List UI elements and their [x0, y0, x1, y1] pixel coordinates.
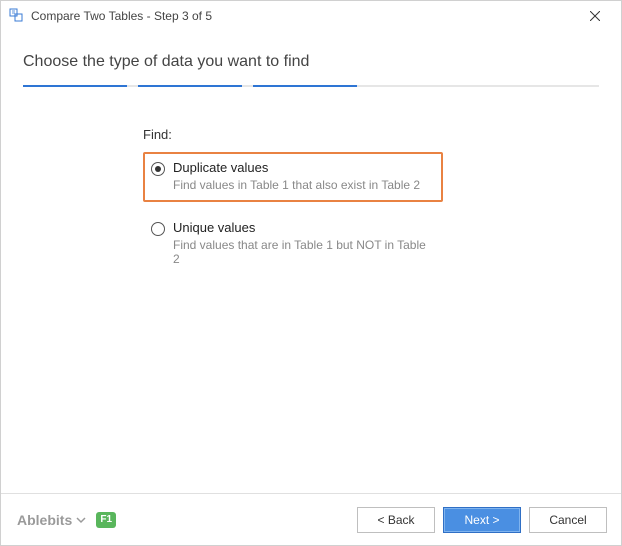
progress-bar — [23, 85, 599, 87]
close-button[interactable] — [575, 2, 615, 30]
titlebar: Compare Two Tables - Step 3 of 5 — [1, 1, 621, 31]
find-options: Find: Duplicate values Find values in Ta… — [143, 127, 599, 286]
option-duplicate-values[interactable]: Duplicate values Find values in Table 1 … — [143, 152, 443, 202]
page-heading: Choose the type of data you want to find — [23, 53, 599, 71]
wizard-content: Choose the type of data you want to find… — [1, 31, 621, 493]
cancel-button-label: Cancel — [549, 513, 586, 527]
option-desc: Find values in Table 1 that also exist i… — [173, 178, 420, 192]
option-body: Unique values Find values that are in Ta… — [173, 220, 431, 266]
wizard-window: Compare Two Tables - Step 3 of 5 Choose … — [0, 0, 622, 546]
radio-duplicate-values[interactable] — [151, 162, 165, 176]
window-title: Compare Two Tables - Step 3 of 5 — [31, 9, 575, 23]
progress-seg-1 — [23, 85, 127, 87]
find-label: Find: — [143, 127, 599, 142]
brand-menu[interactable]: Ablebits — [17, 512, 86, 528]
app-icon — [9, 8, 25, 24]
progress-seg-2 — [138, 85, 242, 87]
chevron-down-icon — [76, 515, 86, 525]
cancel-button[interactable]: Cancel — [529, 507, 607, 533]
next-button[interactable]: Next > — [443, 507, 521, 533]
option-desc: Find values that are in Table 1 but NOT … — [173, 238, 431, 266]
close-icon — [590, 11, 600, 21]
brand-label: Ablebits — [17, 512, 72, 528]
option-title: Duplicate values — [173, 160, 420, 176]
back-button[interactable]: < Back — [357, 507, 435, 533]
option-unique-values[interactable]: Unique values Find values that are in Ta… — [143, 212, 443, 276]
option-title: Unique values — [173, 220, 431, 236]
radio-dot-icon — [155, 166, 161, 172]
wizard-footer: Ablebits F1 < Back Next > Cancel — [1, 493, 621, 545]
next-button-label: Next > — [464, 513, 499, 527]
progress-seg-3 — [253, 85, 357, 87]
help-badge[interactable]: F1 — [96, 512, 116, 528]
help-badge-label: F1 — [100, 514, 112, 525]
back-button-label: < Back — [377, 513, 414, 527]
option-body: Duplicate values Find values in Table 1 … — [173, 160, 420, 192]
radio-unique-values[interactable] — [151, 222, 165, 236]
